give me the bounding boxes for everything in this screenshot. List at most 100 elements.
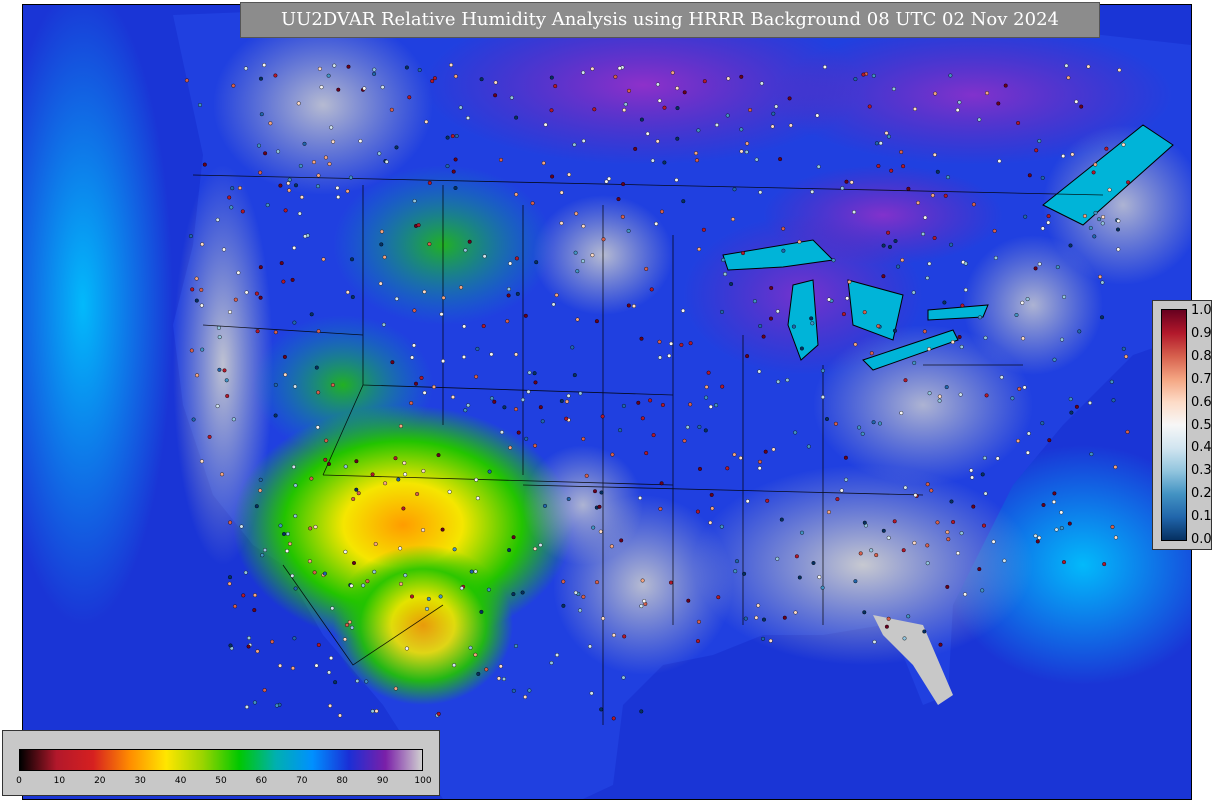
observation-dot bbox=[1055, 265, 1060, 270]
observation-dot bbox=[745, 354, 750, 359]
observation-dot bbox=[396, 477, 401, 482]
observation-dot bbox=[971, 504, 976, 509]
observation-dot bbox=[648, 398, 653, 403]
observation-dot bbox=[327, 670, 332, 675]
observation-dot bbox=[893, 238, 898, 243]
observation-dot bbox=[696, 128, 701, 133]
observation-dot bbox=[649, 287, 654, 292]
observation-dot bbox=[378, 281, 383, 286]
observation-dot bbox=[254, 291, 259, 296]
observation-dot bbox=[440, 527, 445, 532]
observation-dot bbox=[243, 66, 248, 71]
observation-dot bbox=[793, 610, 798, 615]
observation-dot bbox=[462, 355, 467, 360]
observation-dot bbox=[467, 239, 472, 244]
observation-dot bbox=[778, 157, 783, 162]
observation-dot bbox=[458, 105, 463, 110]
observation-dot bbox=[278, 663, 283, 668]
observation-dot bbox=[963, 592, 968, 597]
observation-dot bbox=[1037, 138, 1042, 143]
observation-dot bbox=[857, 425, 862, 430]
observation-dot bbox=[202, 162, 207, 167]
observation-dot bbox=[389, 107, 394, 112]
observation-dot bbox=[655, 82, 660, 87]
observation-dot bbox=[296, 101, 301, 106]
observation-dot bbox=[291, 666, 296, 671]
rh-tick-label: 0 bbox=[16, 776, 22, 786]
observation-dot bbox=[299, 195, 304, 200]
observation-dot bbox=[523, 695, 528, 700]
observation-dot bbox=[514, 115, 519, 120]
observation-dot bbox=[374, 709, 379, 714]
observation-dot bbox=[312, 570, 317, 575]
observation-dot bbox=[881, 274, 886, 279]
observation-dot bbox=[621, 675, 626, 680]
observation-dot bbox=[379, 242, 384, 247]
observation-dot bbox=[739, 127, 744, 132]
observation-dot bbox=[853, 342, 858, 347]
observation-dot bbox=[581, 224, 586, 229]
observation-dot bbox=[350, 625, 355, 630]
observation-dot bbox=[876, 324, 881, 329]
observation-dot bbox=[317, 66, 322, 71]
observation-dot bbox=[977, 567, 982, 572]
observation-dot bbox=[445, 135, 450, 140]
observation-dot bbox=[696, 639, 701, 644]
observation-dot bbox=[770, 124, 775, 129]
observation-dot bbox=[381, 322, 386, 327]
observation-dot bbox=[1093, 162, 1098, 167]
observation-dot bbox=[188, 234, 193, 239]
observation-dot bbox=[1052, 491, 1057, 496]
observation-dot bbox=[419, 375, 424, 380]
observation-dot bbox=[675, 106, 680, 111]
observation-dot bbox=[511, 688, 516, 693]
observation-dot bbox=[410, 594, 415, 599]
observation-dot bbox=[575, 317, 580, 322]
observation-dot bbox=[720, 309, 725, 314]
observation-dot bbox=[698, 466, 703, 471]
observation-dot bbox=[372, 71, 377, 76]
observation-dot bbox=[422, 289, 427, 294]
observation-dot bbox=[820, 368, 825, 373]
observation-dot bbox=[922, 329, 927, 334]
observation-dot bbox=[817, 575, 822, 580]
observation-dot bbox=[869, 548, 874, 553]
observation-dot bbox=[316, 184, 321, 189]
observation-dot bbox=[407, 95, 412, 100]
observation-dot bbox=[1121, 346, 1126, 351]
observation-dot bbox=[499, 157, 504, 162]
observation-dot bbox=[1023, 214, 1028, 219]
observation-dot bbox=[959, 344, 964, 349]
observation-dot bbox=[589, 691, 594, 696]
observation-dot bbox=[862, 610, 867, 615]
observation-dot bbox=[927, 261, 932, 266]
observation-dot bbox=[781, 248, 786, 253]
observation-dot bbox=[771, 447, 776, 452]
observation-dot bbox=[704, 395, 709, 400]
observation-dot bbox=[222, 368, 227, 373]
observation-dot bbox=[645, 131, 650, 136]
observation-dot bbox=[622, 634, 627, 639]
observation-dot bbox=[845, 296, 850, 301]
observation-dot bbox=[422, 390, 427, 395]
observation-dot bbox=[520, 397, 525, 402]
observation-dot bbox=[441, 359, 446, 364]
observation-dot bbox=[651, 433, 656, 438]
observation-dot bbox=[228, 520, 233, 525]
observation-dot bbox=[364, 679, 369, 684]
observation-dot bbox=[390, 360, 395, 365]
observation-dot bbox=[553, 84, 558, 89]
observation-dot bbox=[710, 506, 715, 511]
observation-dot bbox=[566, 393, 571, 398]
observation-dot bbox=[347, 620, 352, 625]
observation-dot bbox=[294, 183, 299, 188]
observation-dot bbox=[984, 393, 989, 398]
observation-dot bbox=[473, 569, 478, 574]
observation-dot bbox=[862, 310, 867, 315]
observation-dot bbox=[527, 370, 532, 375]
observation-dot bbox=[572, 142, 577, 147]
observation-dot bbox=[738, 456, 743, 461]
observation-dot bbox=[349, 583, 354, 588]
observation-dot bbox=[362, 86, 367, 91]
observation-dot bbox=[312, 160, 317, 165]
